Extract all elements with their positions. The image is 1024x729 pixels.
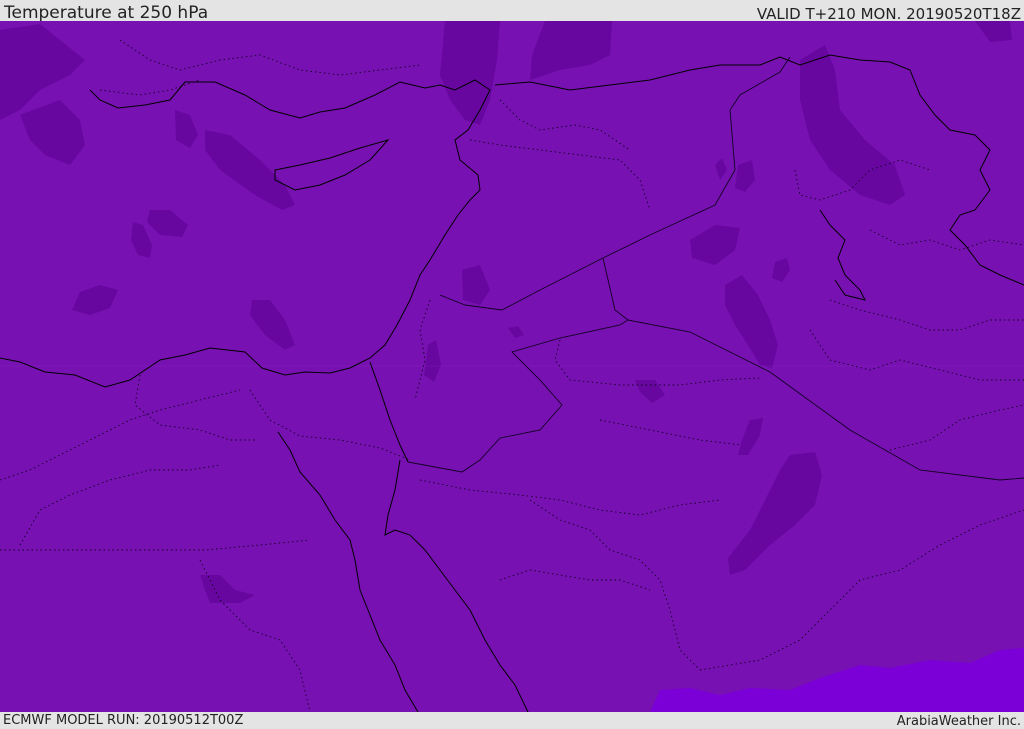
temperature-field-base [0,21,1024,712]
model-run-label: ECMWF MODEL RUN: 20190512T00Z [3,713,244,728]
map-canvas [0,21,1024,712]
temperature-map [0,21,1024,712]
map-title: Temperature at 250 hPa [4,3,209,23]
header-bar: Temperature at 250 hPa VALID T+210 MON. … [0,0,1024,23]
weather-map-frame: Temperature at 250 hPa VALID T+210 MON. … [0,0,1024,729]
credit-label: ArabiaWeather Inc. [896,714,1021,729]
footer-bar: ECMWF MODEL RUN: 20190512T00Z ArabiaWeat… [0,712,1024,729]
